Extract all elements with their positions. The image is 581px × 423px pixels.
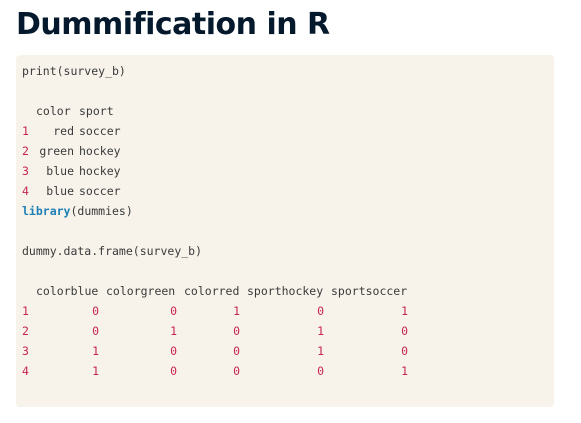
cell-value: 0 — [317, 304, 324, 318]
table2-header-sporthockey: sporthockey — [247, 284, 324, 298]
cell-value: 1 — [401, 364, 408, 378]
table2-row: 1 0 0 1 0 1 — [22, 301, 422, 321]
row-index: 1 — [22, 304, 29, 318]
row-index: 4 — [22, 184, 29, 198]
cell-value: 1 — [401, 304, 408, 318]
row-index: 3 — [22, 164, 29, 178]
color-value: blue — [46, 184, 74, 198]
cell-value: 0 — [233, 324, 240, 338]
table2-row: 3 1 0 0 1 0 — [22, 341, 422, 361]
cell-value: 0 — [233, 364, 240, 378]
library-args: (dummies) — [70, 204, 133, 218]
table1-header-color: color — [36, 104, 71, 118]
dummy-command: dummy.data.frame(survey_b) — [22, 244, 203, 258]
library-keyword: library — [22, 204, 71, 218]
print-command: print(survey_b) — [22, 64, 126, 78]
table2-header-colorgreen: colorgreen — [106, 284, 176, 298]
table1-row: 3 blue hockey — [22, 161, 142, 181]
cell-value: 0 — [92, 304, 99, 318]
cell-value: 0 — [233, 344, 240, 358]
sport-value: hockey — [79, 144, 121, 158]
table2-header-colorred: colorred — [184, 284, 240, 298]
cell-value: 1 — [170, 324, 177, 338]
table2-row: 2 0 1 0 1 0 — [22, 321, 422, 341]
cell-value: 0 — [92, 324, 99, 338]
table1-row: 2 green hockey — [22, 141, 142, 161]
table2-row: 4 1 0 0 0 1 — [22, 361, 422, 381]
row-index: 2 — [22, 324, 29, 338]
cell-value: 0 — [401, 344, 408, 358]
table1-header-row: color sport — [22, 101, 142, 121]
table1-row: 4 blue soccer — [22, 181, 142, 201]
sport-value: soccer — [79, 124, 121, 138]
sport-value: hockey — [79, 164, 121, 178]
cell-value: 0 — [170, 364, 177, 378]
table2-header-row: colorblue colorgreen colorred sporthocke… — [22, 281, 422, 301]
color-value: red — [53, 124, 74, 138]
cell-value: 0 — [401, 324, 408, 338]
cell-value: 1 — [92, 364, 99, 378]
cell-value: 1 — [233, 304, 240, 318]
cell-value: 0 — [170, 304, 177, 318]
color-value: green — [39, 144, 74, 158]
color-value: blue — [46, 164, 74, 178]
cell-value: 1 — [317, 344, 324, 358]
table2-header-sportsoccer: sportsoccer — [331, 284, 408, 298]
table1-header-sport: sport — [79, 104, 114, 118]
row-index: 4 — [22, 364, 29, 378]
library-call: library(dummies) — [22, 201, 133, 221]
row-index: 1 — [22, 124, 29, 138]
cell-value: 0 — [317, 364, 324, 378]
cell-value: 1 — [317, 324, 324, 338]
cell-value: 0 — [170, 344, 177, 358]
table1-row: 1 red soccer — [22, 121, 142, 141]
table2-header-colorblue: colorblue — [36, 284, 99, 298]
code-output-panel: print(survey_b) color sport 1 red soccer… — [16, 55, 554, 407]
slide-title: Dummification in R — [16, 7, 330, 42]
row-index: 3 — [22, 344, 29, 358]
sport-value: soccer — [79, 184, 121, 198]
cell-value: 1 — [92, 344, 99, 358]
row-index: 2 — [22, 144, 29, 158]
